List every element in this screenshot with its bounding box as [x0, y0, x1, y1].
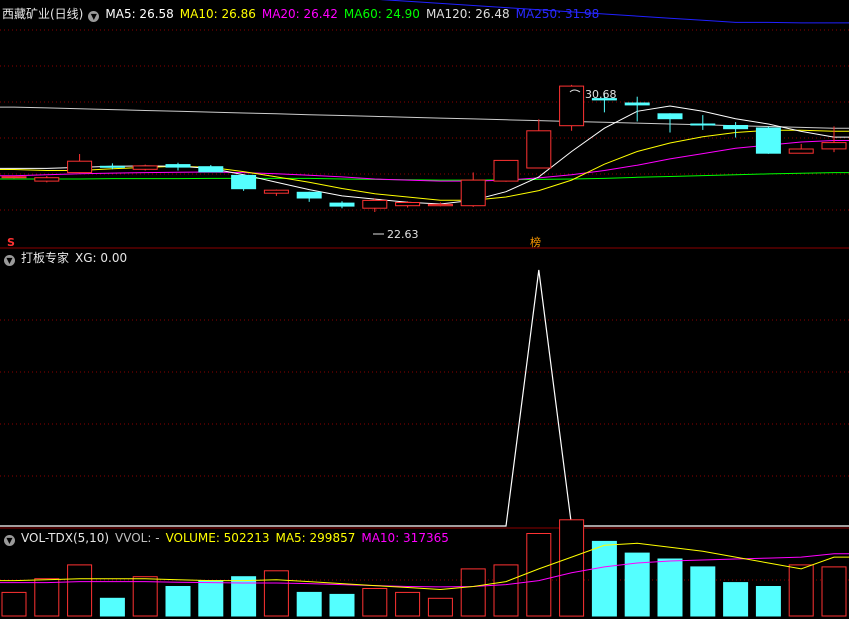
- volume-legend: VVOL: - VOLUME: 502213 MA5: 299857 MA10: 31…: [115, 531, 455, 545]
- ma-legend-4: MA120: 26.48: [425, 7, 510, 21]
- price-panel[interactable]: [0, 0, 849, 235]
- volume-bar: [263, 570, 289, 617]
- ma5-line: [0, 105, 849, 205]
- ma-legend-2: MA20: 26.42: [261, 7, 338, 21]
- volume-bar: [559, 519, 585, 617]
- xg-signal-line: [0, 269, 849, 527]
- ma-legend: MA5: 26.58 MA10: 26.86 MA20: 26.42 MA60: 24…: [105, 7, 605, 21]
- candle-body: [329, 202, 355, 207]
- ma10-line: [0, 129, 849, 201]
- chart-canvas[interactable]: 30.68 22.63 S 榜: [0, 0, 849, 619]
- volume-bar: [755, 586, 781, 617]
- annotations: 30.68 22.63 S 榜: [7, 88, 617, 249]
- volume-bar: [67, 564, 93, 617]
- candle-body: [1, 176, 27, 179]
- grid-lines: [0, 29, 849, 581]
- candle-body: [559, 85, 585, 127]
- candle-body: [263, 189, 289, 194]
- volume-bar: [690, 566, 716, 617]
- volume-bar: [362, 588, 388, 617]
- candle-body: [526, 130, 552, 169]
- ma-legend-5: MA250: 31.98: [515, 7, 600, 21]
- candle-body: [231, 174, 257, 190]
- volume-bar: [723, 582, 749, 617]
- indicator-panel[interactable]: [0, 269, 849, 527]
- candle-body: [67, 160, 93, 174]
- volume-bar: [427, 597, 453, 617]
- vol-ma5-line: [0, 542, 849, 591]
- volume-bar: [1, 591, 27, 617]
- volume-bar: [526, 533, 552, 617]
- ma-legend-1: MA10: 26.86: [179, 7, 256, 21]
- indicator-value: XG: 0.00: [75, 251, 128, 265]
- candle-body: [362, 199, 388, 209]
- vol-legend-0: VVOL: -: [115, 531, 160, 545]
- candle-body: [165, 164, 191, 168]
- main-header: 西藏矿业(日线) ▼ MA5: 26.58 MA10: 26.86 MA20: 26.4…: [2, 6, 605, 22]
- settings-dropdown-icon[interactable]: ▼: [88, 11, 100, 22]
- candle-body: [395, 202, 421, 207]
- candle-body: [296, 191, 322, 199]
- candle-body: [788, 148, 814, 154]
- candle-body: [198, 166, 224, 173]
- volume-bar: [821, 566, 847, 617]
- rank-marker: 榜: [530, 235, 541, 249]
- vol-ma10-line: [0, 553, 849, 588]
- indicator-header: ▼ 打板专家 XG: 0.00: [2, 250, 133, 266]
- volume-header: ▼ VOL-TDX(5,10) VVOL: - VOLUME: 502213 MA5: …: [2, 530, 455, 546]
- candle-body: [657, 113, 683, 120]
- volume-bar: [460, 568, 486, 617]
- low-price-label: 22.63: [387, 228, 419, 241]
- volume-bar: [329, 593, 355, 617]
- volume-bar: [132, 576, 158, 617]
- candle-body: [690, 123, 716, 126]
- volume-bar: [493, 564, 519, 617]
- ma120-line: [0, 106, 849, 129]
- candle-body: [755, 127, 781, 154]
- volume-bar: [34, 578, 60, 617]
- indicator-dropdown-icon[interactable]: ▼: [4, 255, 15, 266]
- candle-body: [34, 177, 60, 182]
- high-price-label: 30.68: [585, 88, 617, 101]
- candle-body: [460, 179, 486, 207]
- s-marker: S: [7, 236, 15, 249]
- candle-body: [723, 125, 749, 130]
- volume-bar: [591, 540, 617, 617]
- candle-body: [132, 165, 158, 170]
- volume-bar: [657, 558, 683, 617]
- indicator-title: 打板专家: [21, 251, 70, 265]
- ma-legend-0: MA5: 26.58: [105, 7, 174, 21]
- stock-title: 西藏矿业(日线): [2, 7, 84, 21]
- volume-title: VOL-TDX(5,10): [21, 531, 110, 545]
- volume-bar: [165, 586, 191, 617]
- volume-bar: [788, 564, 814, 617]
- vol-legend-2: MA5: 299857: [275, 531, 356, 545]
- volume-bar: [198, 580, 224, 617]
- ma-legend-3: MA60: 24.90: [343, 7, 420, 21]
- volume-bar: [99, 597, 125, 617]
- volume-dropdown-icon[interactable]: ▼: [4, 535, 15, 546]
- volume-bar: [395, 591, 421, 617]
- vol-legend-1: VOLUME: 502213: [165, 531, 270, 545]
- candle-body: [427, 203, 453, 207]
- candle-body: [624, 102, 650, 106]
- volume-bar: [296, 591, 322, 617]
- candle-body: [99, 165, 125, 168]
- vol-legend-3: MA10: 317365: [361, 531, 449, 545]
- candle-body: [821, 142, 847, 150]
- candle-body: [493, 159, 519, 182]
